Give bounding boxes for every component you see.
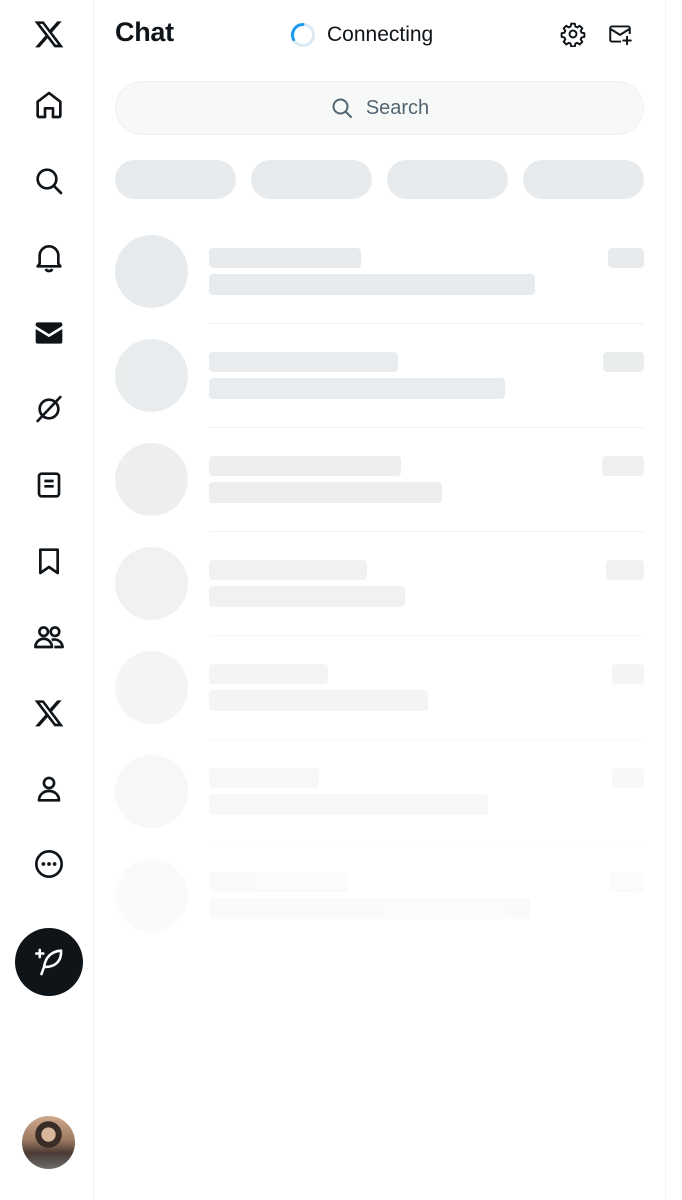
conversation-skeleton-row xyxy=(94,220,666,324)
avatar-skeleton xyxy=(115,651,188,724)
name-skeleton xyxy=(209,664,328,684)
settings-button[interactable] xyxy=(555,16,591,52)
new-message-icon xyxy=(609,25,632,46)
time-skeleton xyxy=(606,560,644,580)
chat-panel: Chat Connecting Search xyxy=(94,0,666,1200)
time-skeleton xyxy=(603,352,644,372)
mail-icon[interactable] xyxy=(17,301,81,365)
name-skeleton xyxy=(209,768,319,788)
filter-chip-skeleton xyxy=(115,160,236,199)
avatar-skeleton xyxy=(115,339,188,412)
filter-chip-skeleton xyxy=(523,160,644,199)
avatar-skeleton xyxy=(115,859,188,932)
bell-icon[interactable] xyxy=(17,225,81,289)
premium-x-icon[interactable] xyxy=(17,681,81,745)
compose-post-icon xyxy=(34,948,63,976)
search-icon xyxy=(332,98,352,118)
connection-status: Connecting xyxy=(290,20,433,50)
preview-skeleton xyxy=(209,898,531,919)
preview-skeleton xyxy=(209,690,428,711)
side-nav xyxy=(0,0,94,1200)
page-title: Chat xyxy=(115,17,174,47)
avatar-skeleton xyxy=(115,235,188,308)
app: Chat Connecting Search xyxy=(0,0,682,1200)
preview-skeleton xyxy=(209,274,535,295)
conversation-skeleton-row xyxy=(94,636,666,740)
avatar-skeleton xyxy=(115,755,188,828)
filter-chip-skeleton xyxy=(251,160,372,199)
search-icon[interactable] xyxy=(17,149,81,213)
new-message-button[interactable] xyxy=(602,16,638,52)
compose-post-button[interactable] xyxy=(15,928,83,996)
preview-skeleton xyxy=(209,586,405,607)
gear-icon xyxy=(560,22,586,47)
name-skeleton xyxy=(209,560,367,580)
bookmark-icon[interactable] xyxy=(17,529,81,593)
notes-icon[interactable] xyxy=(17,453,81,517)
account-avatar[interactable] xyxy=(22,1116,75,1169)
time-skeleton xyxy=(608,248,644,268)
preview-skeleton xyxy=(209,794,488,815)
name-skeleton xyxy=(209,456,401,476)
preview-skeleton xyxy=(209,482,442,503)
home-icon[interactable] xyxy=(17,73,81,137)
grok-icon[interactable] xyxy=(17,377,81,441)
time-skeleton xyxy=(612,664,644,684)
avatar-skeleton xyxy=(115,547,188,620)
more-icon[interactable] xyxy=(17,832,81,896)
search-input[interactable]: Search xyxy=(115,81,644,135)
name-skeleton xyxy=(209,248,361,268)
conversation-skeleton-row xyxy=(94,428,666,532)
conversation-skeleton-row xyxy=(94,844,666,948)
x-logo-icon[interactable] xyxy=(17,2,81,66)
name-skeleton xyxy=(209,352,398,372)
conversation-skeleton-row xyxy=(94,740,666,844)
time-skeleton xyxy=(602,456,644,476)
filter-chip-skeleton xyxy=(387,160,508,199)
chat-header: Chat Connecting xyxy=(94,0,665,68)
conversation-skeleton-row xyxy=(94,532,666,636)
profile-icon[interactable] xyxy=(17,757,81,821)
avatar-skeleton xyxy=(115,443,188,516)
preview-skeleton xyxy=(209,378,505,399)
time-skeleton xyxy=(609,872,644,892)
name-skeleton xyxy=(209,872,348,892)
search-placeholder: Search xyxy=(365,96,430,119)
conversation-skeleton-row xyxy=(94,324,666,428)
time-skeleton xyxy=(612,768,644,788)
loading-spinner-icon xyxy=(291,23,315,47)
communities-icon[interactable] xyxy=(17,605,81,669)
status-text: Connecting xyxy=(327,23,434,46)
